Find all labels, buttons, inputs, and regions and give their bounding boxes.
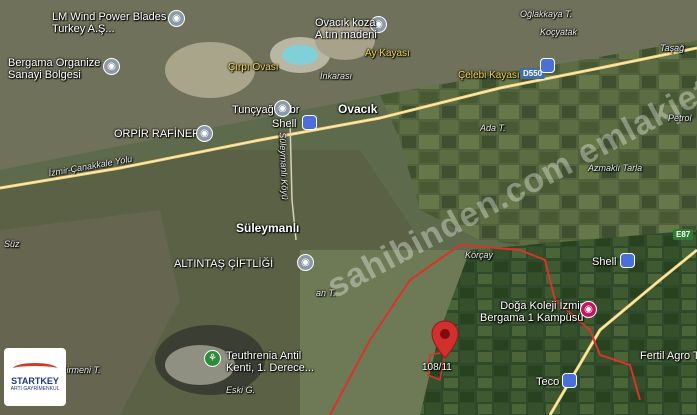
place-label: Ovacık koza A.tın madeni — [315, 17, 377, 41]
company-logo: STARTKEY ARTI GAYRİMENKUL — [4, 348, 66, 406]
place-label: Ay Kayası — [365, 48, 410, 59]
road-label: Süleymanlı Köyü — [277, 132, 290, 200]
logo-swoosh — [13, 362, 57, 374]
satellite-map[interactable]: sahibinden.com emlakjet.com ◉ LM Wind Po… — [0, 0, 697, 415]
place-label: Dirmeni T. — [60, 365, 101, 375]
parcel-label: 108/11 — [422, 362, 452, 373]
place-label: LM Wind Power Blades Turkey A.Ş... — [52, 11, 167, 35]
place-label: Taşağ — [660, 43, 685, 53]
place-label: Teco — [536, 376, 560, 388]
fuel-icon[interactable] — [562, 373, 577, 388]
logo-subtitle: ARTI GAYRİMENKUL — [10, 385, 60, 392]
logo-name: STARTKEY — [11, 375, 59, 386]
place-marker[interactable]: ◉ — [168, 10, 185, 27]
place-marker[interactable]: ◉ — [196, 125, 213, 142]
lodging-icon[interactable] — [540, 58, 555, 73]
fuel-icon[interactable] — [620, 253, 635, 268]
park-marker[interactable]: ⚘ — [204, 350, 221, 367]
place-label: Bergama Organize Sanayi Bölgesi — [8, 57, 101, 81]
place-label: ALTINTAŞ ÇİFTLİĞİ — [174, 258, 274, 270]
place-label: Oğlakkaya T. — [520, 9, 573, 19]
place-label: Süleymanlı — [236, 221, 300, 235]
place-label: Shell — [272, 118, 297, 130]
fuel-icon[interactable] — [302, 115, 317, 130]
school-marker[interactable]: ◉ — [580, 301, 597, 318]
place-marker[interactable]: ◉ — [103, 58, 120, 75]
location-pin-icon[interactable] — [430, 320, 460, 360]
place-label: Çelebi Kayası — [458, 70, 520, 81]
place-marker[interactable]: ◉ — [297, 254, 314, 271]
place-label: Çırpı Ovası — [228, 62, 279, 73]
place-label: Eski G. — [226, 385, 256, 395]
place-label: ORPİR RAFİNERİ — [114, 128, 204, 140]
place-label: Ovacık — [338, 102, 378, 116]
place-label: Fertil Agro T — [640, 350, 697, 362]
place-label: Ada T. — [480, 123, 506, 133]
place-label: Petrol — [668, 113, 692, 123]
place-label: Koçyatak — [540, 27, 578, 37]
place-label: Azmaklı Tarla — [588, 163, 643, 173]
place-label: Süz — [4, 239, 20, 249]
place-label: İnkarası — [320, 71, 353, 81]
place-marker[interactable]: ◉ — [274, 100, 291, 117]
place-label: Teuthrenia Antil Kenti, 1. Derece... — [226, 350, 315, 374]
place-label: Doğa Koleji İzmir Bergama 1 Kampüsü — [480, 300, 584, 324]
place-label: Körçay — [465, 250, 494, 260]
place-label: Shell — [592, 256, 617, 268]
place-label: an T. — [316, 288, 336, 298]
road-badge-e87: E87 — [673, 229, 694, 240]
